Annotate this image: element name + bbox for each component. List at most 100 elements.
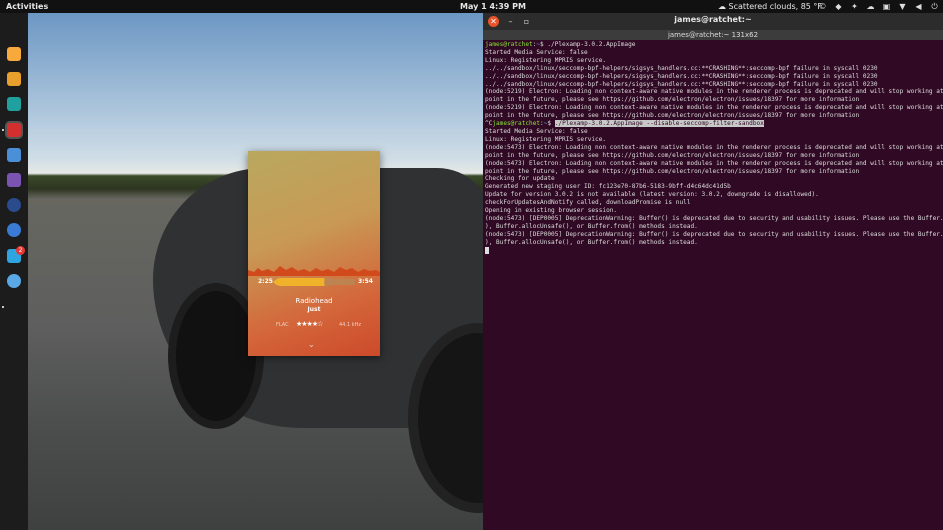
output-text: Generated new staging user ID: fc123e70-… [485, 183, 731, 191]
output-text: Checking for update [485, 175, 555, 183]
output-text: ../../sandbox/linux/seccomp-bpf-helpers/… [485, 72, 878, 80]
terminal-line: point in the future, please see https://… [485, 168, 941, 176]
output-text: (node:5219) Electron: Loading non contex… [485, 104, 943, 112]
terminal-line: Update for version 3.0.2 is not availabl… [485, 191, 941, 199]
volume-icon[interactable]: ◀ [914, 2, 923, 11]
terminal-window[interactable]: ✕ – ▫ james@ratchet:~ james@ratchet:~ 13… [483, 13, 943, 530]
output-text: point in the future, please see https://… [485, 112, 860, 120]
terminal-line: point in the future, please see https://… [485, 112, 941, 120]
dock-app-document-viewer[interactable] [7, 173, 21, 187]
elapsed-time: 2:25 [258, 278, 273, 285]
terminal-line: Linux: Registering MPRIS service. [485, 136, 941, 144]
terminal-line: ), Buffer.allocUnsafe(), or Buffer.from(… [485, 239, 941, 247]
activities-button[interactable]: Activities [6, 0, 48, 13]
terminal-line: (node:5473) [DEP0005] DeprecationWarning… [485, 230, 943, 239]
command-text: $ ./Plexamp-3.0.2.AppImage [540, 41, 636, 48]
rating-stars[interactable]: ★★★★☆ [296, 320, 323, 328]
dock-app-plexamp[interactable] [7, 123, 21, 137]
total-time: 3:54 [358, 278, 373, 285]
clock[interactable]: May 1 4:39 PM [460, 0, 526, 13]
output-text: point in the future, please see https://… [485, 151, 860, 159]
dock-app-text-editor[interactable] [7, 148, 21, 162]
terminal-line: point in the future, please see https://… [485, 152, 941, 160]
output-text: point in the future, please see https://… [485, 96, 860, 104]
terminal-line: Checking for update [485, 175, 941, 183]
output-text: Update for version 3.0.2 is not availabl… [485, 191, 819, 199]
output-text: point in the future, please see https://… [485, 167, 860, 175]
prompt-user-host: james@ratchet [485, 41, 533, 48]
chevron-down-icon[interactable]: ⌄ [308, 340, 315, 349]
output-text: ../../sandbox/linux/seccomp-bpf-helpers/… [485, 64, 878, 72]
prompt-user-host: james@ratchet [492, 120, 541, 128]
terminal-line: ../../sandbox/linux/seccomp-bpf-helpers/… [485, 81, 941, 89]
terminal-line: Generated new staging user ID: fc123e70-… [485, 183, 941, 191]
output-text: (node:5473) [DEP0005] DeprecationWarning… [485, 214, 943, 222]
terminal-line: (node:5219) Electron: Loading non contex… [485, 104, 943, 112]
terminal-line: (node:5219) Electron: Loading non contex… [485, 88, 943, 96]
output-text: Started Media Service: false [485, 48, 588, 56]
terminal-line: ../../sandbox/linux/seccomp-bpf-helpers/… [485, 73, 941, 81]
format-label: FLAC [276, 322, 289, 328]
dock-app-brave-browser[interactable] [7, 47, 21, 61]
power-icon[interactable]: ⏻ [930, 2, 939, 11]
output-text: Opening in existing browser session. [485, 207, 618, 215]
network-icon[interactable]: ▼ [898, 2, 907, 11]
terminal-tab[interactable]: james@ratchet:~ 131x62 [483, 30, 943, 40]
sample-rate: 44.1 kHz [339, 322, 362, 328]
terminal-output[interactable]: james@ratchet:~$ ./Plexamp-3.0.2.AppImag… [485, 41, 943, 255]
notification-badge: 2 [16, 246, 25, 255]
terminal-line: Opening in existing browser session. [485, 207, 941, 215]
seek-bar[interactable] [273, 275, 355, 289]
artist-name[interactable]: Radiohead [248, 297, 380, 305]
terminal-line: ), Buffer.allocUnsafe(), or Buffer.from(… [485, 223, 941, 231]
terminal-line: james@ratchet:~$ ./Plexamp-3.0.2.AppImag… [485, 41, 636, 48]
dock-app-files[interactable] [7, 72, 21, 86]
terminal-titlebar[interactable]: ✕ – ▫ james@ratchet:~ [483, 13, 943, 30]
track-title[interactable]: Just [248, 306, 380, 313]
terminal-line: (node:5473) [DEP0005] DeprecationWarning… [485, 214, 943, 223]
app-indicator-icon[interactable]: ▣ [882, 2, 891, 11]
terminal-line: ../../sandbox/linux/seccomp-bpf-helpers/… [485, 65, 941, 73]
terminal-line: Started Media Service: false [485, 128, 941, 136]
terminal-line: (node:5473) Electron: Loading non contex… [485, 143, 943, 152]
dock-app-software-store[interactable] [7, 97, 21, 111]
output-text: Linux: Registering MPRIS service. [485, 56, 607, 64]
output-text: ../../sandbox/linux/seccomp-bpf-helpers/… [485, 80, 878, 88]
output-text: (node:5219) Electron: Loading non contex… [485, 88, 943, 96]
terminal-line: ^Cjames@ratchet:~$ ./Plexamp-3.0.2.AppIm… [485, 120, 764, 128]
copyright-icon[interactable]: © [818, 2, 827, 11]
command-text: $ [547, 120, 555, 128]
terminal-line [485, 246, 941, 255]
output-text: (node:5473) [DEP0005] DeprecationWarning… [485, 230, 943, 238]
dock-app-messenger[interactable] [7, 274, 21, 288]
terminal-line: point in the future, please see https://… [485, 96, 941, 104]
output-text: (node:5473) Electron: Loading non contex… [485, 143, 943, 151]
cursor [485, 246, 489, 254]
dock-app-mkv-tool[interactable] [7, 198, 21, 212]
weather-indicator[interactable]: ☁ Scattered clouds, 85 °F [718, 0, 822, 13]
selected-command-text: ./Plexamp-3.0.2.AppImage --disable-secco… [554, 120, 764, 128]
app-indicator-icon[interactable]: ◆ [834, 2, 843, 11]
terminal-line: Started Media Service: false [485, 49, 941, 57]
terminal-line: (node:5473) Electron: Loading non contex… [485, 159, 943, 168]
terminal-line: Linux: Registering MPRIS service. [485, 57, 941, 65]
cloud-icon[interactable]: ☁ [866, 2, 875, 11]
dock-app-settings[interactable] [7, 223, 21, 237]
window-title: james@ratchet:~ [674, 15, 752, 24]
system-tray: © ◆ ✦ ☁ ▣ ▼ ◀ ⏻ [818, 0, 939, 13]
running-indicator [2, 129, 4, 131]
weather-text: Scattered clouds, 85 °F [728, 2, 823, 11]
output-text: ), Buffer.allocUnsafe(), or Buffer.from(… [485, 238, 698, 246]
running-indicator [2, 306, 4, 308]
plexamp-player[interactable]: 2:25 3:54 Radiohead Just FLAC ★★★★☆ 44.1… [248, 151, 380, 356]
output-text: ), Buffer.allocUnsafe(), or Buffer.from(… [485, 222, 698, 230]
output-text: (node:5473) Electron: Loading non contex… [485, 159, 943, 167]
output-text: Linux: Registering MPRIS service. [485, 135, 607, 143]
top-bar: Activities May 1 4:39 PM ☁ Scattered clo… [0, 0, 943, 13]
output-text: Started Media Service: false [485, 127, 588, 135]
waveform-visualizer [248, 266, 380, 276]
terminal-tabbar: james@ratchet:~ 131x62 [483, 30, 943, 40]
terminal-line: checkForUpdatesAndNotify called, downloa… [485, 199, 941, 207]
output-text: checkForUpdatesAndNotify called, downloa… [485, 199, 691, 207]
dropbox-icon[interactable]: ✦ [850, 2, 859, 11]
